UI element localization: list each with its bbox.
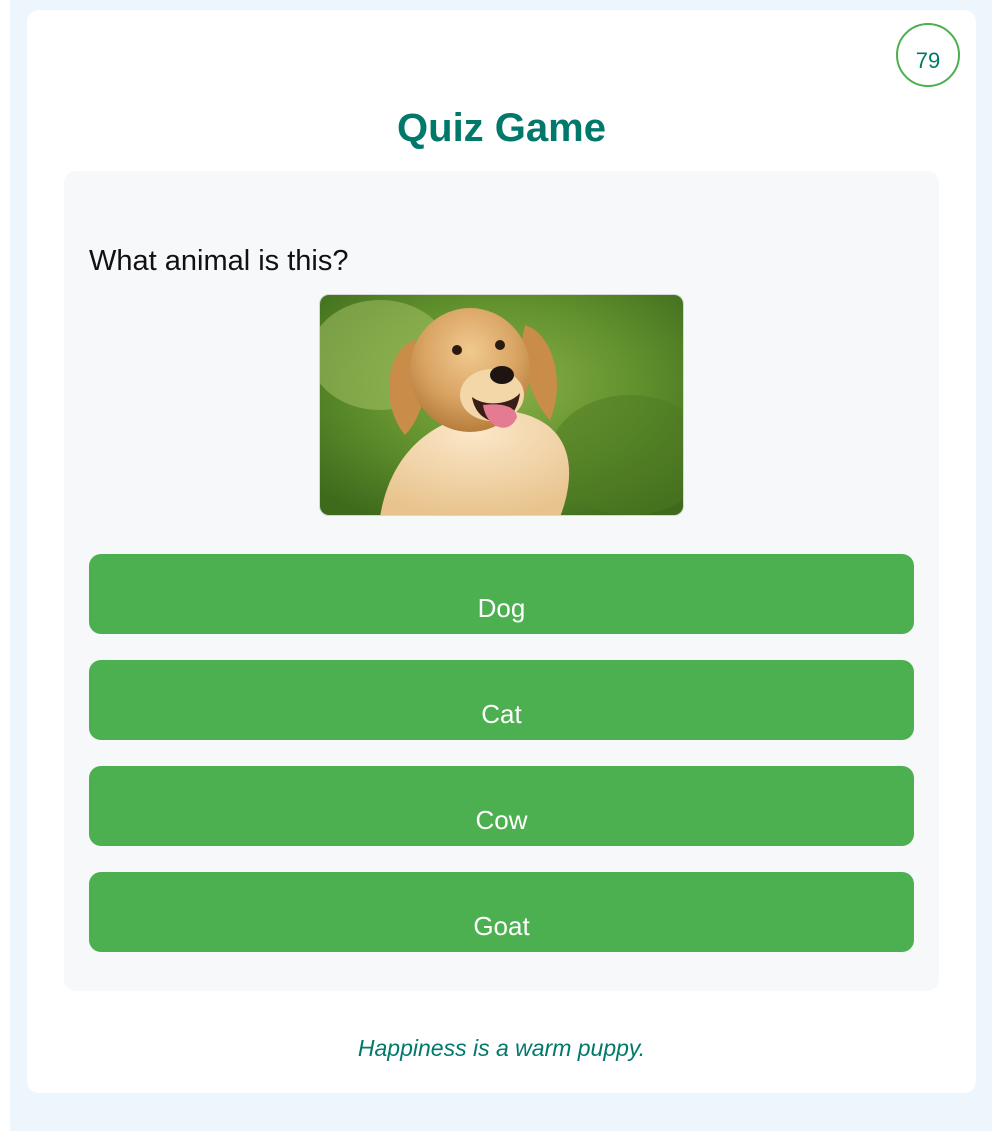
option-goat-button[interactable]: Goat	[89, 872, 914, 952]
question-text: What animal is this?	[89, 245, 349, 277]
dog-photo	[319, 294, 684, 516]
footer-quote: Happiness is a warm puppy.	[357, 1035, 646, 1061]
timer-badge: 79	[896, 23, 960, 87]
option-cow-button[interactable]: Cow	[89, 766, 914, 846]
option-dog-button[interactable]: Dog	[89, 554, 914, 634]
page-background: 79 Quiz Game What animal is this? Dog Ca…	[10, 0, 992, 1131]
answer-options: Dog Cat Cow Goat	[89, 554, 914, 978]
option-cat-button[interactable]: Cat	[89, 660, 914, 740]
question-panel: What animal is this? Dog Cat Cow Goat	[64, 171, 939, 991]
quiz-card: 79 Quiz Game What animal is this? Dog Ca…	[27, 10, 976, 1093]
page-title: Quiz Game	[397, 106, 606, 150]
